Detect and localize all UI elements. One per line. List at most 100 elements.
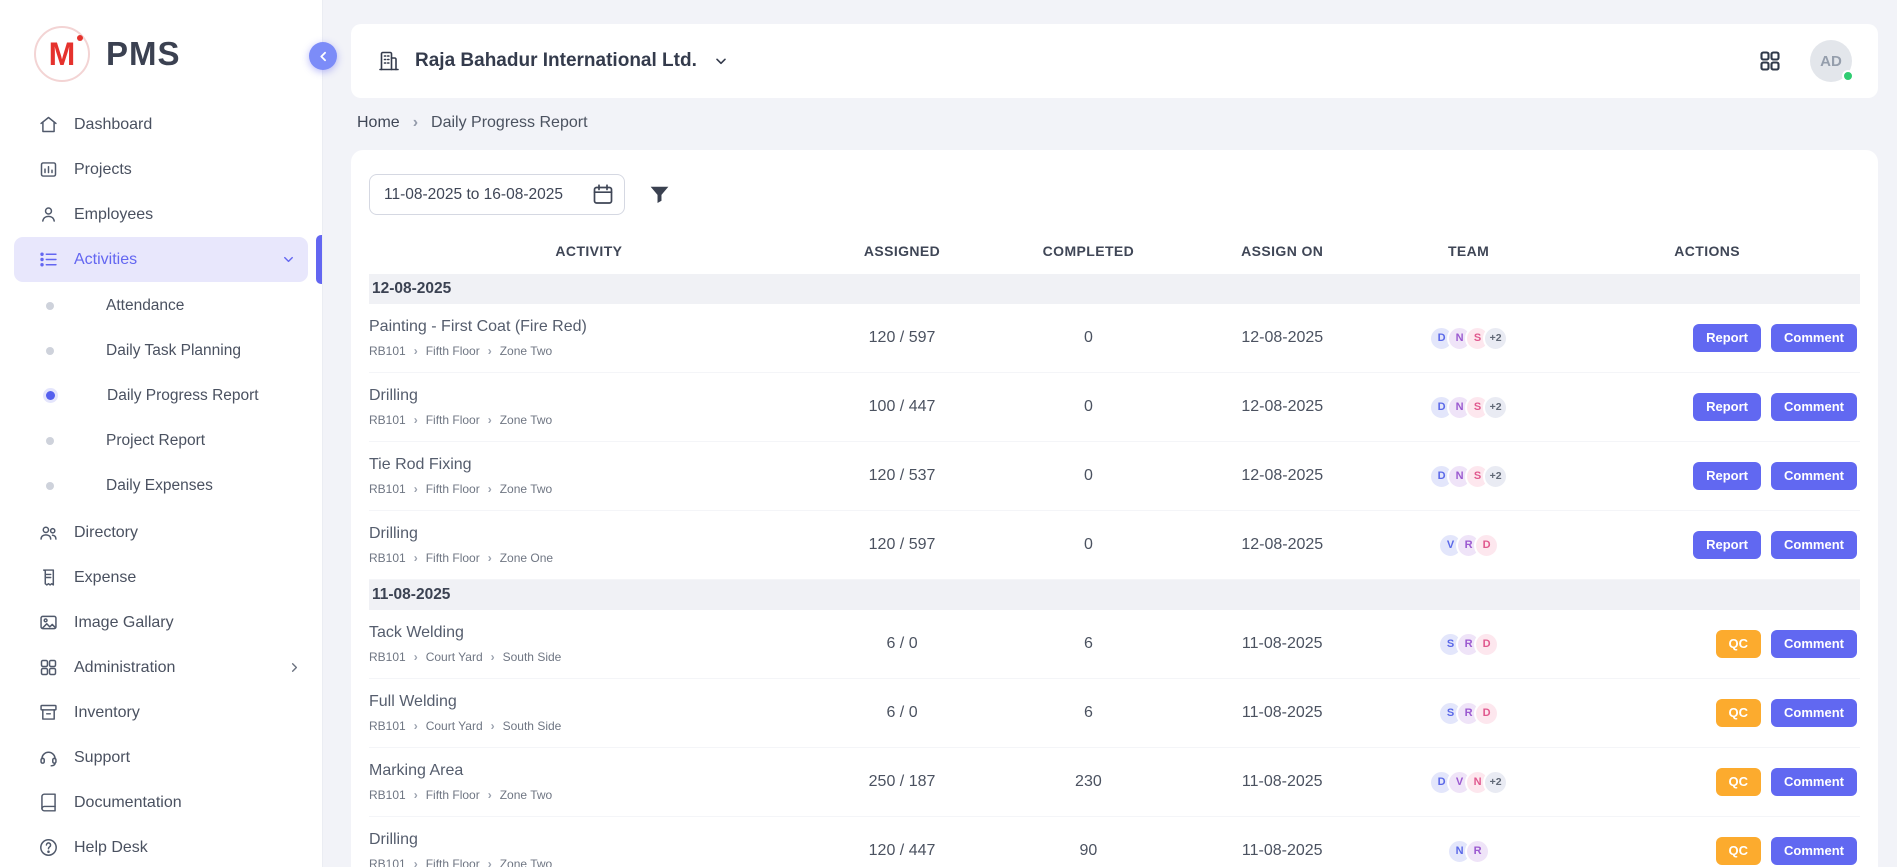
report-button[interactable]: Report [1693,324,1761,353]
help-icon [38,837,59,858]
path-segment: Zone Two [500,857,552,867]
topbar: Raja Bahadur International Ltd. AD [351,24,1878,98]
chevron-right-icon: › [414,788,418,802]
team-member-avatar[interactable]: D [1474,533,1499,558]
comment-button[interactable]: Comment [1771,531,1857,560]
date-range-picker[interactable] [369,174,625,215]
chevron-down-icon [281,252,296,267]
path-segment: Zone Two [500,788,552,802]
comment-button[interactable]: Comment [1771,768,1857,797]
online-status-dot [1842,70,1854,82]
sidebar-item-documentation[interactable]: Documentation [0,780,322,825]
sidebar-submenu: Attendance Daily Task Planning Daily Progr… [0,282,322,510]
sidebar-subitem-attendance[interactable]: Attendance [0,283,322,328]
support-icon [38,747,59,768]
activity-location-path: RB101›Fifth Floor›Zone Two [369,857,797,867]
bullet-dot-icon [46,391,55,400]
apps-grid-icon[interactable] [1758,49,1782,73]
team-avatars: SRD [1383,632,1554,657]
comment-button[interactable]: Comment [1771,630,1857,659]
sidebar-item-image-gallary[interactable]: Image Gallary [0,600,322,645]
sidebar-item-inventory[interactable]: Inventory [0,690,322,735]
expense-icon [38,567,59,588]
team-member-avatar[interactable]: R [1465,839,1490,864]
sidebar-item-projects[interactable]: Projects [0,147,322,192]
sidebar-subitem-label: Daily Task Planning [106,342,241,360]
sidebar-item-help-desk[interactable]: Help Desk [0,825,322,867]
breadcrumb: Home › Daily Progress Report [351,98,1878,148]
completed-value: 0 [995,398,1181,416]
activity-cell: Painting - First Coat (Fire Red)RB101›Fi… [369,308,809,368]
path-segment: RB101 [369,413,406,427]
path-segment: RB101 [369,788,406,802]
sidebar-item-dashboard[interactable]: Dashboard [0,102,322,147]
breadcrumb-home[interactable]: Home [357,114,400,132]
activity-row: Marking AreaRB101›Fifth Floor›Zone Two25… [369,748,1860,817]
path-segment: RB101 [369,482,406,496]
activity-name: Tack Welding [369,624,797,642]
team-extra-count[interactable]: +2 [1483,770,1508,795]
qc-button[interactable]: QC [1716,768,1762,797]
sidebar-subitem-label: Daily Expenses [106,477,213,495]
activity-name: Full Welding [369,693,797,711]
team-member-avatar[interactable]: D [1474,701,1499,726]
comment-button[interactable]: Comment [1771,462,1857,491]
user-menu[interactable]: AD [1810,40,1852,82]
brand-name: PMS [106,35,181,73]
assigned-value: 120 / 597 [809,329,995,347]
completed-value: 0 [995,467,1181,485]
team-member-avatar[interactable]: D [1474,632,1499,657]
calendar-icon[interactable] [591,182,615,206]
bullet-dot-icon [46,302,54,310]
comment-button[interactable]: Comment [1771,393,1857,422]
comment-button[interactable]: Comment [1771,699,1857,728]
activity-row: Painting - First Coat (Fire Red)RB101›Fi… [369,304,1860,373]
qc-button[interactable]: QC [1716,699,1762,728]
sidebar-item-support[interactable]: Support [0,735,322,780]
comment-button[interactable]: Comment [1771,837,1857,866]
activity-name: Marking Area [369,762,797,780]
team-extra-count[interactable]: +2 [1483,395,1508,420]
qc-button[interactable]: QC [1716,630,1762,659]
row-actions: Report Comment [1554,462,1860,491]
date-range-input[interactable] [369,174,625,215]
sidebar-item-expense[interactable]: Expense [0,555,322,600]
team-extra-count[interactable]: +2 [1483,464,1508,489]
comment-button[interactable]: Comment [1771,324,1857,353]
chevron-right-icon: › [488,482,492,496]
activity-location-path: RB101›Fifth Floor›Zone Two [369,413,797,427]
chevron-right-icon [287,660,302,675]
report-button[interactable]: Report [1693,393,1761,422]
sidebar-subitem-project-report[interactable]: Project Report [0,418,322,463]
assign-on-value: 11-08-2025 [1182,773,1383,791]
sidebar-item-directory[interactable]: Directory [0,510,322,555]
chevron-right-icon: › [414,857,418,867]
filter-icon[interactable] [647,182,672,207]
sidebar-subitem-daily-progress-report[interactable]: Daily Progress Report [0,373,322,418]
activity-cell: Tie Rod FixingRB101›Fifth Floor›Zone Two [369,446,809,506]
team-avatars: DNS+2 [1383,395,1554,420]
app-root: M PMS DashboardProjectsEmployeesActiviti… [0,0,1897,867]
path-segment: Zone Two [500,482,552,496]
sidebar-item-employees[interactable]: Employees [0,192,322,237]
qc-button[interactable]: QC [1716,837,1762,866]
sidebar-item-administration[interactable]: Administration [0,645,322,690]
logo-letter: M [49,36,76,73]
activity-row: DrillingRB101›Fifth Floor›Zone Two100 / … [369,373,1860,442]
sidebar-item-label: Image Gallary [74,614,174,632]
sidebar-item-label: Inventory [74,704,140,722]
sidebar-collapse-button[interactable] [309,42,337,70]
company-selector[interactable]: Raja Bahadur International Ltd. [377,49,729,73]
chevron-left-icon [316,49,331,64]
sidebar-subitem-daily-expenses[interactable]: Daily Expenses [0,463,322,508]
team-extra-count[interactable]: +2 [1483,326,1508,351]
gallery-icon [38,612,59,633]
report-button[interactable]: Report [1693,531,1761,560]
sidebar-subitem-daily-task-planning[interactable]: Daily Task Planning [0,328,322,373]
path-segment: RB101 [369,719,406,733]
report-button[interactable]: Report [1693,462,1761,491]
path-segment: South Side [503,650,562,664]
sidebar-item-label: Directory [74,524,138,542]
sidebar-item-activities[interactable]: Activities [14,237,308,282]
activity-name: Drilling [369,525,797,543]
